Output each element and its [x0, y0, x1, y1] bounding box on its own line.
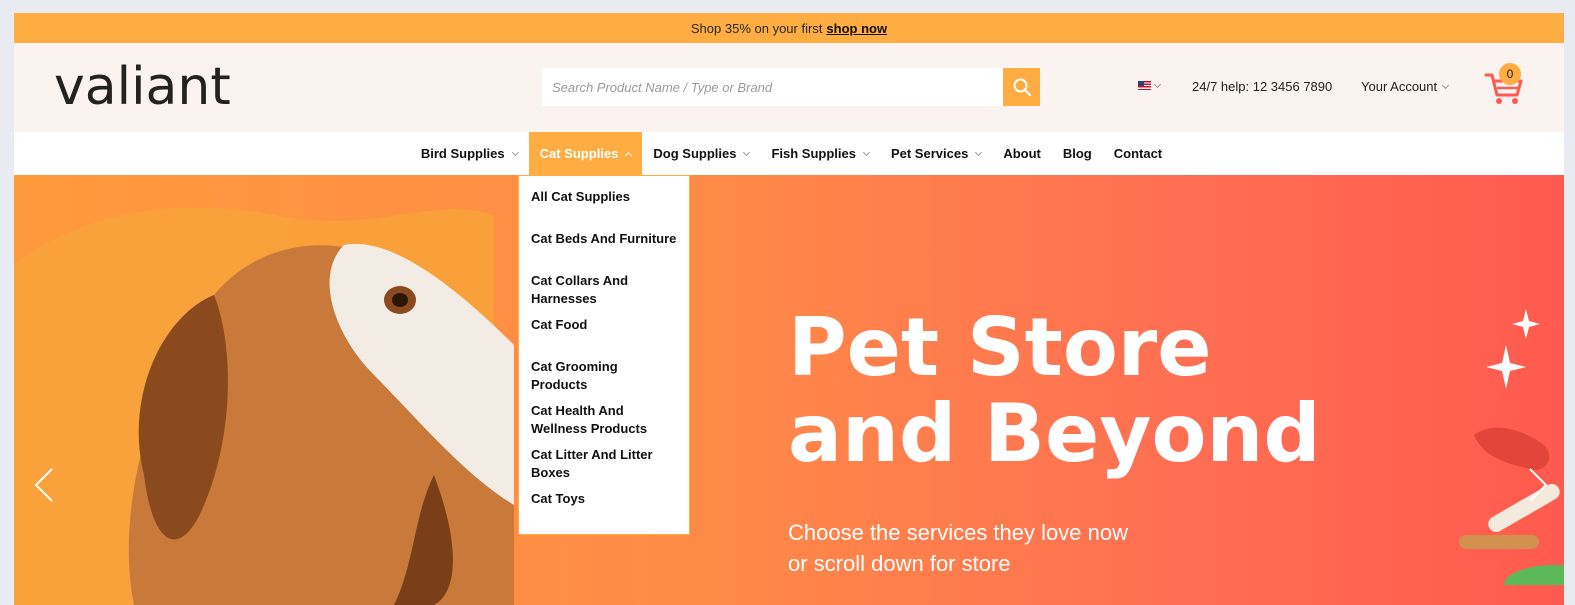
account-menu[interactable]: Your Account [1361, 79, 1450, 94]
search-bar [542, 68, 1040, 106]
announcement-text: Shop 35% on your first [690, 20, 823, 36]
chevron-down-icon [862, 148, 871, 156]
hero-subtitle-line1: Choose the services they love now [788, 520, 1128, 545]
nav-label: Blog [1062, 146, 1092, 161]
cat-supplies-dropdown: All Cat Supplies Cat Beds And Furniture … [518, 175, 690, 535]
nav-label: Bird Supplies [420, 146, 505, 161]
hero-subtitle-line2: or scroll down for store [788, 551, 1011, 576]
cart-button[interactable]: 0 [1484, 63, 1524, 107]
hero-title: Pet Store and Beyond [788, 305, 1321, 477]
dropdown-item[interactable]: Cat Litter And Litter Boxes [519, 442, 689, 486]
sparkle-icon [1486, 309, 1540, 389]
chevron-right-icon [1529, 468, 1548, 502]
cart-count-badge: 0 [1499, 63, 1521, 85]
chevron-down-icon [975, 148, 983, 156]
chevron-left-icon [34, 468, 53, 502]
dropdown-item[interactable]: Cat Grooming Products [519, 354, 689, 398]
hero-title-line1: Pet Store [788, 301, 1212, 394]
account-label: Your Account [1361, 79, 1438, 94]
dropdown-item[interactable]: Cat Toys [519, 486, 689, 528]
dropdown-item[interactable]: Cat Collars And Harnesses [519, 268, 689, 312]
help-phone: 24/7 help: 12 3456 7890 [1192, 79, 1333, 94]
nav-label: Fish Supplies [771, 146, 856, 161]
nav-blog[interactable]: Blog [1052, 132, 1103, 175]
dropdown-item[interactable]: All Cat Supplies [519, 184, 689, 226]
search-button[interactable] [1003, 68, 1040, 106]
nav-fish-supplies[interactable]: Fish Supplies [760, 132, 880, 175]
chevron-up-icon [625, 151, 633, 159]
hero-title-line2: and Beyond [788, 387, 1321, 480]
page: Shop 35% on your first shop now valiant … [14, 13, 1564, 605]
carousel-next-button[interactable] [1526, 465, 1550, 505]
chevron-down-icon [743, 148, 751, 156]
main-nav: Bird Supplies Cat Supplies Dog Supplies … [14, 132, 1564, 175]
site-header: valiant 24/7 help: 12 3456 7890 Your Acc… [14, 43, 1564, 132]
chevron-down-icon [1153, 80, 1162, 88]
language-selector[interactable] [1138, 80, 1162, 90]
nav-label: Cat Supplies [539, 146, 619, 161]
nav-pet-services[interactable]: Pet Services [880, 132, 992, 175]
hero-banner: Pet Store and Beyond Choose the services… [14, 175, 1564, 605]
nav-label: Contact [1113, 146, 1163, 161]
nav-label: Pet Services [890, 146, 969, 161]
nav-cat-supplies[interactable]: Cat Supplies [528, 132, 643, 175]
nav-label: About [1003, 146, 1041, 161]
search-input[interactable] [542, 68, 1003, 106]
shop-now-link[interactable]: shop now [826, 21, 887, 36]
nav-label: Dog Supplies [653, 146, 737, 161]
dropdown-item[interactable]: Cat Food [519, 312, 689, 354]
dropdown-item[interactable]: Cat Health And Wellness Products [519, 398, 689, 442]
announcement-bar: Shop 35% on your first shop now [14, 13, 1564, 43]
nav-contact[interactable]: Contact [1103, 132, 1173, 175]
chevron-down-icon [1442, 81, 1450, 89]
carousel-prev-button[interactable] [32, 465, 56, 505]
hero-subtitle: Choose the services they love now or scr… [788, 517, 1128, 579]
dropdown-item[interactable]: Cat Beds And Furniture [519, 226, 689, 268]
nav-about[interactable]: About [992, 132, 1052, 175]
logo[interactable]: valiant [54, 61, 231, 113]
nav-bird-supplies[interactable]: Bird Supplies [410, 132, 529, 175]
chevron-down-icon [511, 148, 519, 156]
search-icon [1013, 78, 1031, 97]
us-flag-icon [1138, 81, 1151, 90]
nav-dog-supplies[interactable]: Dog Supplies [642, 132, 760, 175]
